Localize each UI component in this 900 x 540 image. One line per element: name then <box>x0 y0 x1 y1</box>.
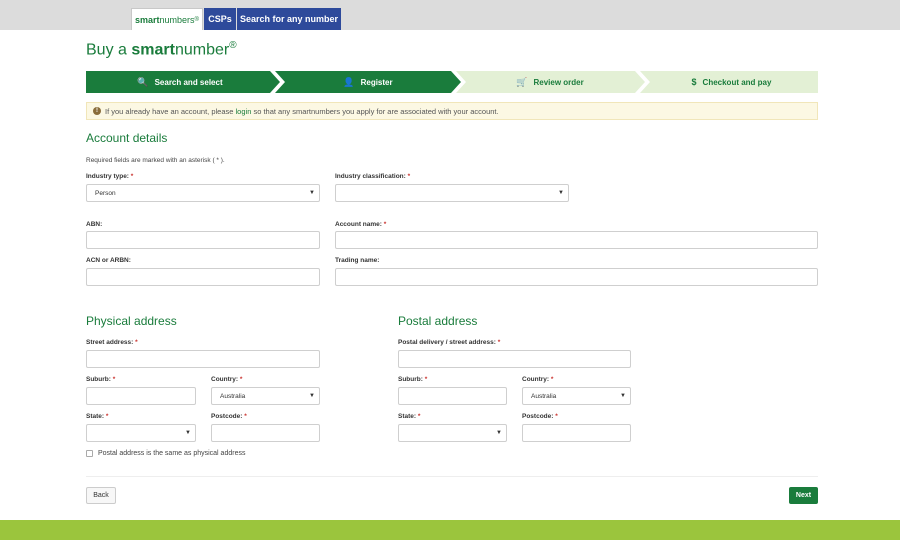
postal-street-input[interactable] <box>398 350 631 368</box>
postal-state-label: State: * <box>398 413 421 420</box>
required-note: Required fields are marked with an aster… <box>86 157 225 164</box>
state-label: State: * <box>86 413 109 420</box>
country-select[interactable]: Australia ▼ <box>211 387 320 405</box>
dollar-icon: $ <box>691 77 697 87</box>
next-button[interactable]: Next <box>789 487 818 504</box>
postcode-label: Postcode: * <box>211 413 247 420</box>
physical-address-heading: Physical address <box>86 314 177 328</box>
login-alert: ! If you already have an account, please… <box>86 102 818 120</box>
suburb-input[interactable] <box>86 387 196 405</box>
step-label: Search and select <box>154 77 223 87</box>
acn-arbn-input[interactable] <box>86 268 320 286</box>
postal-country-select[interactable]: Australia ▼ <box>522 387 631 405</box>
login-link[interactable]: login <box>236 107 252 116</box>
back-button[interactable]: Back <box>86 487 116 504</box>
postal-address-heading: Postal address <box>398 314 478 328</box>
caret-down-icon: ▼ <box>185 430 191 436</box>
account-details-heading: Account details <box>86 131 168 145</box>
acn-arbn-label: ACN or ARBN: <box>86 257 131 264</box>
page-title: Buy a smartnumber® <box>86 40 237 59</box>
step-label: Register <box>360 77 393 87</box>
industry-classification-label: Industry classification: * <box>335 173 411 180</box>
account-name-label: Account name: * <box>335 221 387 228</box>
divider <box>86 476 818 477</box>
industry-type-select[interactable]: Person ▼ <box>86 184 320 202</box>
abn-input[interactable] <box>86 231 320 249</box>
footer-bar <box>0 520 900 540</box>
cart-icon: 🛒 <box>516 76 528 87</box>
step-label: Review order <box>533 77 584 87</box>
alert-text: If you already have an account, please l… <box>105 106 499 116</box>
postcode-input[interactable] <box>211 424 320 442</box>
state-select[interactable]: ▼ <box>86 424 196 442</box>
checkbox-box[interactable] <box>86 450 93 457</box>
top-nav-bar: smart numbers ® CSPs Search for any number <box>0 0 900 30</box>
search-icon: 🔍 <box>137 76 149 87</box>
industry-type-label: Industry type: * <box>86 173 134 180</box>
postal-state-select[interactable]: ▼ <box>398 424 507 442</box>
street-address-input[interactable] <box>86 350 320 368</box>
caret-down-icon: ▼ <box>309 393 315 399</box>
tab-csps[interactable]: CSPs <box>204 8 236 30</box>
postal-country-label: Country: * <box>522 376 554 383</box>
caret-down-icon: ▼ <box>558 190 564 196</box>
step-search-and-select: 🔍 Search and select <box>86 71 274 93</box>
step-review-order: 🛒 Review order <box>462 71 638 93</box>
trading-name-input[interactable] <box>335 268 818 286</box>
industry-classification-select[interactable]: ▼ <box>335 184 569 202</box>
tab-smartnumbers[interactable]: smart numbers ® <box>131 8 203 30</box>
caret-down-icon: ▼ <box>496 430 502 436</box>
street-address-label: Street address: * <box>86 339 138 346</box>
exclamation-icon: ! <box>93 107 101 115</box>
same-as-physical-checkbox[interactable]: Postal address is the same as physical a… <box>86 450 245 457</box>
user-icon: 👤 <box>343 76 355 87</box>
brand-light: numbers <box>159 14 195 25</box>
postal-suburb-input[interactable] <box>398 387 507 405</box>
trading-name-label: Trading name: <box>335 257 380 264</box>
caret-down-icon: ▼ <box>309 190 315 196</box>
account-name-input[interactable] <box>335 231 818 249</box>
postal-suburb-label: Suburb: * <box>398 376 428 383</box>
step-checkout-and-pay: $ Checkout and pay <box>645 71 818 93</box>
tab-search-any-number[interactable]: Search for any number <box>237 8 341 30</box>
country-label: Country: * <box>211 376 243 383</box>
same-as-physical-label: Postal address is the same as physical a… <box>98 450 246 457</box>
brand-mark: ® <box>194 16 199 23</box>
brand-strong: smart <box>135 14 160 25</box>
step-label: Checkout and pay <box>702 77 772 87</box>
postal-postcode-label: Postcode: * <box>522 413 558 420</box>
step-register: 👤 Register <box>280 71 456 93</box>
abn-label: ABN: <box>86 221 103 228</box>
caret-down-icon: ▼ <box>620 393 626 399</box>
suburb-label: Suburb: * <box>86 376 116 383</box>
postal-postcode-input[interactable] <box>522 424 631 442</box>
postal-street-label: Postal delivery / street address: * <box>398 339 501 346</box>
